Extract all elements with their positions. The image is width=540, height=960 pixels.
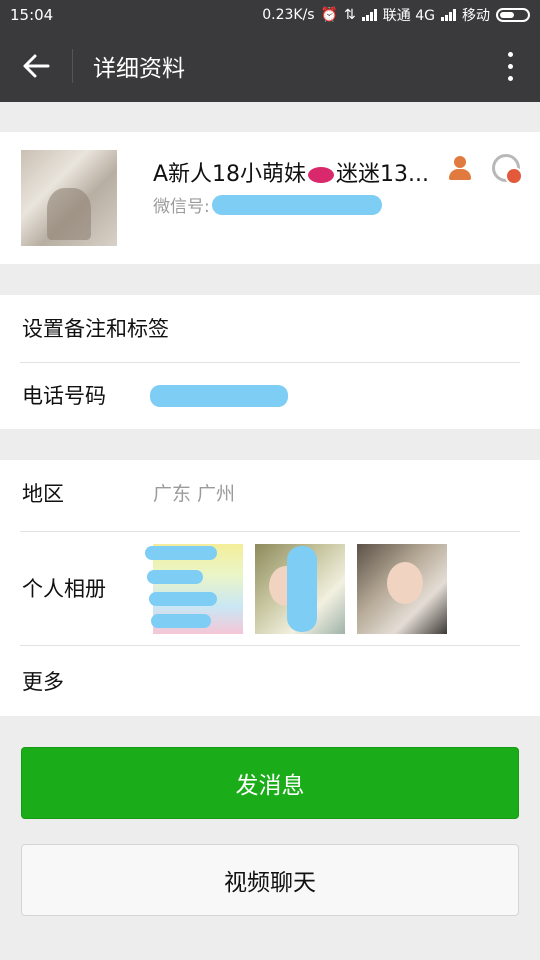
album-photo-2[interactable] [255,544,345,634]
more-label: 更多 [22,670,64,694]
region-value: 广东 广州 [153,483,236,505]
network-speed: 0.23K/s [262,7,315,23]
region-row: 地区 广东 广州 [0,460,540,528]
person-icon [448,156,472,180]
wechat-id-row: 微信号: [153,192,382,217]
title-divider [72,49,73,83]
more-options-button[interactable] [480,30,540,102]
nickname-part-2: 迷迷13... [336,162,430,187]
album-label: 个人相册 [22,577,106,601]
more-vertical-icon [507,51,513,57]
divider [20,645,520,646]
lips-icon [308,167,335,183]
status-time: 15:04 [10,6,54,24]
send-message-button[interactable]: 发消息 [21,747,519,819]
data-transfer-icon: ⇅ [344,7,356,23]
battery-icon [496,8,530,22]
back-button[interactable] [0,30,72,102]
wechat-id-label: 微信号: [153,197,210,217]
carrier-1: 联通 4G [382,8,435,24]
nickname-part-1: A新人18小萌妹 [153,162,307,187]
wechat-id-redacted [211,194,382,215]
phone-row[interactable]: 电话号码 [0,362,540,430]
remark-row[interactable]: 设置备注和标签 [0,295,540,363]
block-icon [492,154,523,185]
arrow-left-icon [23,54,50,78]
status-bar: 15:04 0.23K/s ⏰ ⇅ 联通 4G 移动 [0,0,540,30]
alarm-icon: ⏰ [320,7,339,23]
album-photo-3[interactable] [357,544,447,634]
carrier-2: 移动 [462,8,490,24]
nickname: A新人18小萌妹 迷迷13... [153,156,429,188]
status-right: 0.23K/s ⏰ ⇅ 联通 4G 移动 [262,5,530,25]
album-photo-1[interactable] [145,544,243,634]
remark-label: 设置备注和标签 [22,317,169,341]
video-call-button[interactable]: 视频聊天 [21,844,519,916]
signal-icon [361,9,377,21]
title-bar: 详细资料 [0,30,540,102]
avatar[interactable] [21,150,117,246]
phone-label: 电话号码 [22,384,106,408]
phone-redacted [150,385,288,407]
more-row[interactable]: 更多 [0,648,540,716]
profile-card[interactable]: A新人18小萌妹 迷迷13... 微信号: [0,132,540,264]
remark-section: 设置备注和标签 电话号码 [0,295,540,429]
region-label: 地区 [22,482,64,506]
page-title: 详细资料 [93,56,185,82]
signal-icon-2 [441,9,456,21]
